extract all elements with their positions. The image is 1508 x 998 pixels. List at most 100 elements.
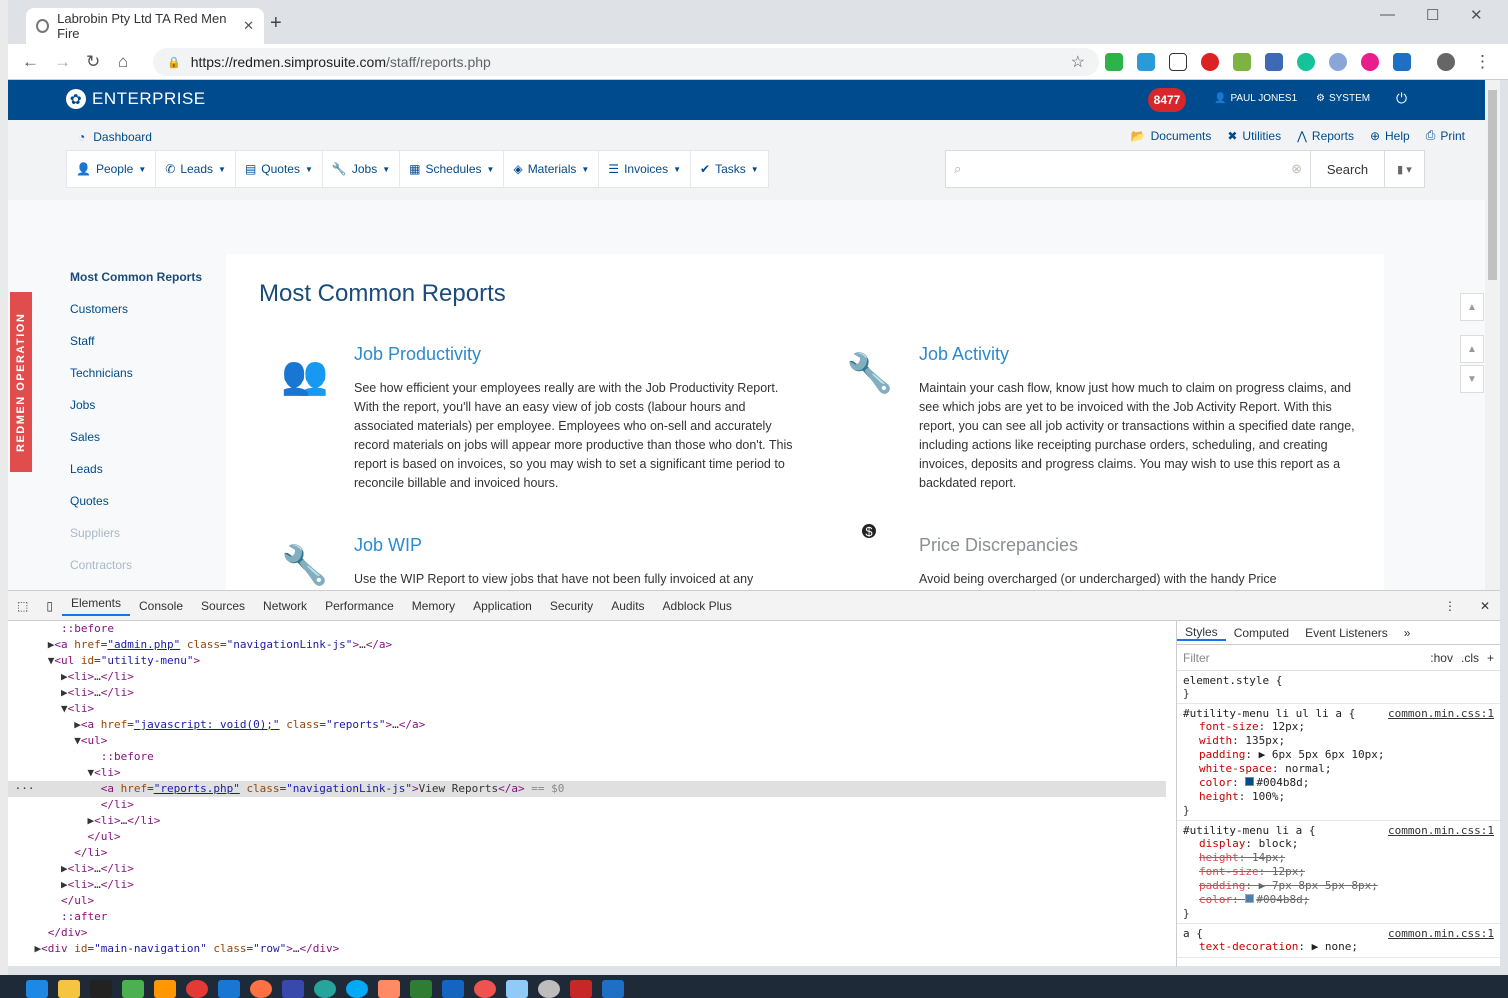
dom-line[interactable]: ▼<li>	[8, 765, 1166, 781]
nav-quotes[interactable]: ▤ Quotes ▼	[236, 151, 323, 187]
dom-line[interactable]: ▶<li>…</li>	[8, 861, 1166, 877]
app-icon[interactable]	[314, 980, 336, 998]
tab-adblock[interactable]: Adblock Plus	[654, 599, 741, 613]
maximize-icon[interactable]: ☐	[1426, 6, 1439, 24]
tab-audits[interactable]: Audits	[602, 599, 653, 613]
skype-icon[interactable]	[346, 980, 368, 998]
page-scrollbar[interactable]	[1485, 80, 1500, 590]
notification-count-badge[interactable]: 8477	[1148, 88, 1186, 112]
uipath-icon[interactable]	[602, 980, 624, 998]
postman-icon[interactable]	[250, 980, 272, 998]
dashboard-link[interactable]: ◔ Dashboard	[78, 130, 152, 144]
add-rule-icon[interactable]: +	[1487, 651, 1494, 665]
more-tabs-icon[interactable]: »	[1396, 626, 1419, 640]
style-rule[interactable]: a {common.min.css:1 text-decoration: ▶ n…	[1177, 924, 1500, 958]
edge-icon[interactable]	[26, 980, 48, 998]
dom-line[interactable]: ▶<li>…</li>	[8, 685, 1166, 701]
sidebar-item-customers[interactable]: Customers	[70, 302, 230, 334]
tab-security[interactable]: Security	[541, 599, 602, 613]
dom-line[interactable]: ▶<li>…</li>	[8, 669, 1166, 685]
card-title-job-activity[interactable]: Job Activity	[919, 344, 1009, 365]
style-rule[interactable]: #utility-menu li a {common.min.css:1 dis…	[1177, 821, 1500, 924]
dom-line[interactable]: ▶<a href="admin.php" class="navigationLi…	[8, 637, 1166, 653]
chrome-icon[interactable]	[186, 980, 208, 998]
dom-line[interactable]: </li>	[8, 797, 1166, 813]
filezilla-icon[interactable]	[570, 980, 592, 998]
hov-toggle[interactable]: :hov	[1430, 651, 1453, 665]
utility-utilities[interactable]: ✖ Utilities	[1227, 128, 1281, 143]
search-input[interactable]: ⌕ ⊗	[946, 151, 1310, 187]
tab-styles[interactable]: Styles	[1177, 625, 1226, 641]
inspect-icon[interactable]: ⬚	[8, 599, 37, 613]
reload-icon[interactable]: ↻	[86, 52, 100, 72]
sidebar-item-contractors[interactable]: Contractors	[70, 558, 230, 590]
nav-invoices[interactable]: ☰ Invoices ▼	[599, 151, 692, 187]
sidebar-item-most-common[interactable]: Most Common Reports	[70, 270, 230, 302]
close-tab-icon[interactable]: ✕	[243, 18, 254, 34]
tab-event-listeners[interactable]: Event Listeners	[1297, 626, 1396, 640]
sidebar-item-sales[interactable]: Sales	[70, 430, 230, 462]
tab-console[interactable]: Console	[130, 599, 192, 613]
clear-icon[interactable]: ⊗	[1291, 161, 1302, 177]
scroll-up-icon[interactable]: ▲	[1460, 335, 1484, 363]
dom-line[interactable]: </div>	[8, 925, 1166, 941]
utility-documents[interactable]: 📂 Documents	[1131, 128, 1212, 143]
search-button[interactable]: Search	[1310, 151, 1384, 187]
close-window-icon[interactable]: ✕	[1470, 6, 1483, 24]
sidebar-item-jobs[interactable]: Jobs	[70, 398, 230, 430]
url-field[interactable]: 🔒 https://redmen.simprosuite.com/staff/r…	[153, 48, 1099, 76]
scroll-top-icon[interactable]: ▲	[1460, 293, 1484, 321]
utility-print[interactable]: ⎙ Print	[1426, 128, 1465, 143]
dom-line[interactable]: ▼<ul id="utility-menu">	[8, 653, 1166, 669]
devtools-menu-icon[interactable]: ⋮	[1430, 599, 1470, 613]
dom-line[interactable]: ▼<ul>	[8, 733, 1166, 749]
utility-help[interactable]: ⊕ Help	[1370, 128, 1410, 143]
dom-line[interactable]: ::after	[8, 909, 1166, 925]
sidebar-item-suppliers[interactable]: Suppliers	[70, 526, 230, 558]
sidebar-item-leads[interactable]: Leads	[70, 462, 230, 494]
nav-schedules[interactable]: ▦ Schedules ▼	[400, 151, 505, 187]
dom-tree[interactable]: ::before ▶<a href="admin.php" class="nav…	[8, 621, 1166, 967]
style-rule[interactable]: #utility-menu li ul li a {common.min.css…	[1177, 704, 1500, 821]
browser-tab[interactable]: Labrobin Pty Ltd TA Red Men Fire ✕	[26, 8, 264, 44]
cors-icon[interactable]	[1233, 53, 1251, 71]
tab-application[interactable]: Application	[464, 599, 541, 613]
user-menu[interactable]: 👤 PAUL JONES1	[1214, 93, 1297, 104]
dom-line[interactable]: </li>	[8, 845, 1166, 861]
evernote-icon[interactable]	[1105, 53, 1123, 71]
brand[interactable]: ✿ ENTERPRISE	[66, 89, 206, 109]
adblock-icon[interactable]	[1201, 53, 1219, 71]
grammarly-icon[interactable]	[1297, 53, 1315, 71]
app-icon[interactable]	[282, 980, 304, 998]
app-icon[interactable]	[378, 980, 400, 998]
devtools-close-icon[interactable]: ✕	[1470, 599, 1500, 613]
vscode-icon[interactable]	[218, 980, 240, 998]
extension-icon[interactable]	[1265, 53, 1283, 71]
menu-dots-icon[interactable]: ⋮	[1474, 52, 1491, 72]
card-title-price-discrepancies[interactable]: Price Discrepancies	[919, 535, 1078, 556]
dom-line[interactable]: ▶<div id="main-navigation" class="row">……	[8, 941, 1166, 957]
tab-memory[interactable]: Memory	[403, 599, 464, 613]
extension-icon[interactable]	[1361, 53, 1379, 71]
back-icon[interactable]: ←	[22, 52, 39, 72]
dom-line[interactable]: ▼<li>	[8, 701, 1166, 717]
filter-input[interactable]: Filter	[1183, 651, 1430, 665]
app-icon[interactable]	[506, 980, 528, 998]
word-icon[interactable]	[442, 980, 464, 998]
tab-computed[interactable]: Computed	[1226, 626, 1297, 640]
sidebar-item-quotes[interactable]: Quotes	[70, 494, 230, 526]
dom-line[interactable]: ::before	[8, 621, 1166, 637]
tab-performance[interactable]: Performance	[316, 599, 403, 613]
nav-materials[interactable]: ◈ Materials ▼	[504, 151, 600, 187]
dom-line[interactable]: ▶<li>…</li>	[8, 813, 1166, 829]
home-icon[interactable]: ⌂	[118, 52, 128, 72]
nav-leads[interactable]: ✆ Leads ▼	[156, 151, 236, 187]
sidebar-item-staff[interactable]: Staff	[70, 334, 230, 366]
sidebar-item-technicians[interactable]: Technicians	[70, 366, 230, 398]
dom-line[interactable]: </ul>	[8, 893, 1166, 909]
tab-sources[interactable]: Sources	[192, 599, 254, 613]
system-menu[interactable]: ⚙ SYSTEM	[1316, 93, 1370, 104]
explorer-icon[interactable]	[58, 980, 80, 998]
style-rule[interactable]: element.style {}	[1177, 671, 1500, 704]
device-icon[interactable]: ▯	[37, 599, 62, 613]
